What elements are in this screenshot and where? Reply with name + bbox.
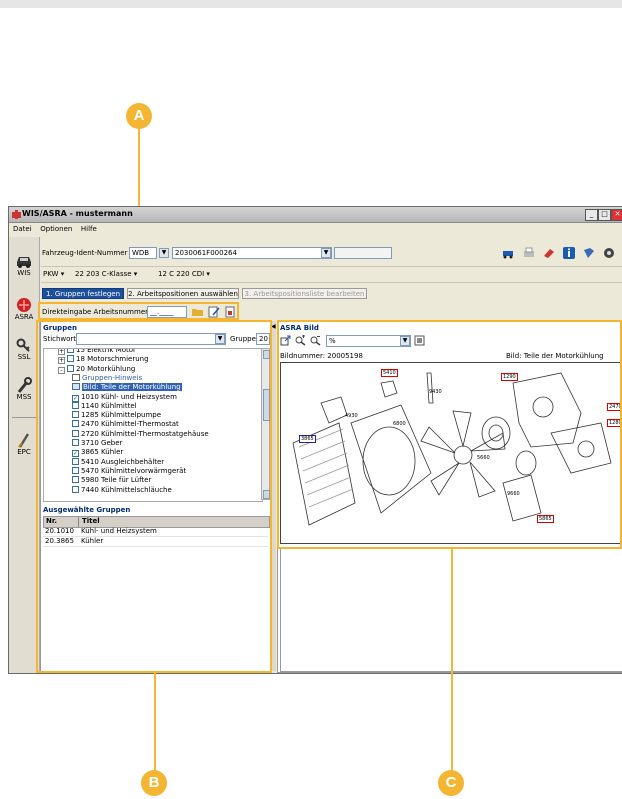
separator-2 — [41, 282, 622, 283]
spark-plug-icon — [18, 433, 30, 448]
sidebar-item-asra[interactable]: ASRA — [9, 297, 39, 321]
close-button[interactable]: ✕ — [611, 209, 622, 221]
maximize-button[interactable]: □ — [598, 209, 611, 221]
print-icon[interactable] — [522, 246, 536, 260]
key-icon — [16, 338, 30, 352]
prefix-select[interactable]: WDB — [129, 247, 157, 259]
highlight-b — [36, 320, 272, 673]
title-bar: WIS/ASRA - mustermann _ □ ✕ — [9, 207, 622, 223]
highlight-a — [38, 302, 239, 320]
sidebar-item-ssl[interactable]: SSL — [9, 337, 39, 361]
menu-bar: Datei Optionen Hilfe — [9, 223, 622, 235]
step-tab-3[interactable]: 3. Arbeitspositionsliste bearbeiten — [242, 288, 367, 299]
book-icon[interactable] — [582, 246, 596, 260]
ident-label: Fahrzeug-Ident-Nummer — [42, 249, 128, 257]
info-icon[interactable] — [562, 246, 576, 260]
app-logo-icon — [12, 210, 21, 219]
breadcrumb-engine[interactable]: 12 C 220 CDI ▾ — [158, 270, 210, 278]
sidebar-item-mss[interactable]: MSS — [9, 377, 39, 401]
menu-datei[interactable]: Datei — [13, 223, 32, 235]
asra-icon — [17, 298, 31, 312]
prefix-dropdown-button[interactable]: ▼ — [159, 248, 169, 258]
window-title: WIS/ASRA - mustermann — [22, 209, 133, 218]
ident-dropdown-button[interactable]: ▼ — [321, 248, 331, 258]
eraser-icon[interactable] — [542, 246, 556, 260]
menu-hilfe[interactable]: Hilfe — [81, 223, 97, 235]
ident-input[interactable]: 2030061F000264 — [172, 247, 332, 259]
minimize-button[interactable]: _ — [585, 209, 598, 221]
marker-c: C — [438, 770, 464, 796]
sidebar-item-epc[interactable]: EPC — [9, 432, 39, 456]
car-icon — [17, 257, 31, 268]
sidebar-label-mss: MSS — [16, 393, 32, 401]
exit-icon[interactable] — [602, 246, 616, 260]
top-strip — [0, 0, 622, 8]
menu-optionen[interactable]: Optionen — [40, 223, 72, 235]
marker-a: A — [126, 103, 152, 129]
marker-c-line — [451, 549, 453, 773]
wrench-icon — [17, 377, 32, 393]
marker-b-line — [154, 673, 156, 773]
highlight-c — [277, 320, 622, 549]
ident-status-field — [334, 247, 392, 259]
sidebar-label-wis: WIS — [17, 269, 31, 277]
breadcrumb-pkw[interactable]: PKW ▾ — [43, 270, 64, 278]
sidebar-label-ssl: SSL — [17, 353, 31, 361]
sidebar-item-wis[interactable]: WIS — [9, 253, 39, 277]
step-tab-2[interactable]: 2. Arbeitspositionen auswählen — [127, 288, 239, 299]
separator-1 — [41, 266, 622, 267]
sidebar-label-epc: EPC — [17, 448, 31, 456]
marker-b: B — [141, 770, 167, 796]
step-tab-1[interactable]: 1. Gruppen festlegen — [42, 288, 124, 299]
sidebar-divider — [12, 417, 36, 418]
sidebar-label-asra: ASRA — [14, 313, 34, 321]
breadcrumb-model[interactable]: 22 203 C-Klasse ▾ — [75, 270, 137, 278]
search-car-icon[interactable] — [502, 246, 516, 260]
